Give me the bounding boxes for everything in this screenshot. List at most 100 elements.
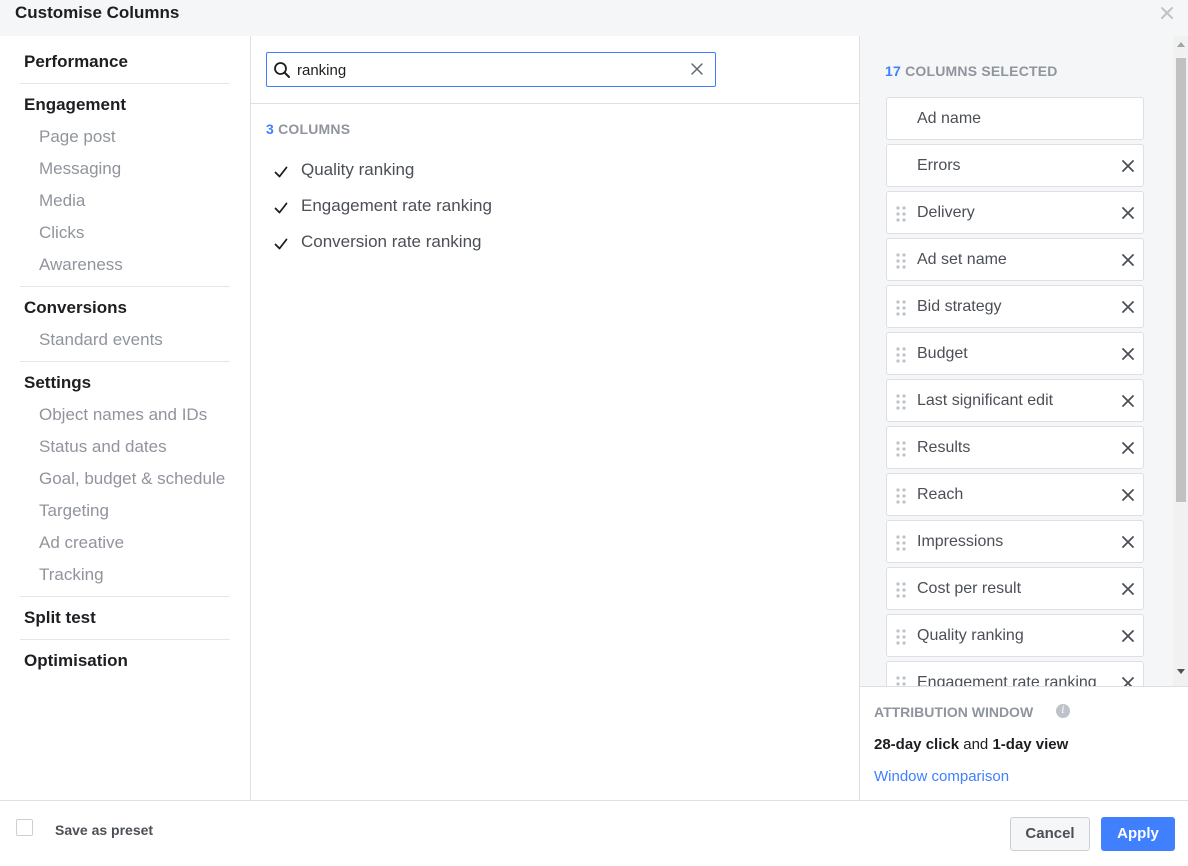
- apply-button[interactable]: Apply: [1101, 817, 1175, 851]
- dialog-title: Customise Columns: [15, 3, 180, 22]
- category-engagement[interactable]: Engagement: [24, 95, 126, 115]
- selected-column-chip[interactable]: Last significant edit: [886, 379, 1144, 422]
- category-divider: [20, 83, 230, 84]
- selected-column-chip[interactable]: Bid strategy: [886, 285, 1144, 328]
- category-split-test[interactable]: Split test: [24, 608, 96, 628]
- scroll-down-arrow[interactable]: [1177, 669, 1185, 674]
- subcategory-item[interactable]: Targeting: [39, 501, 109, 521]
- column-name: Ad set name: [917, 251, 1007, 268]
- category-sidebar: Performance Engagement Page post Messaging M…: [0, 36, 251, 800]
- category-conversions[interactable]: Conversions: [24, 298, 127, 318]
- result-label: Engagement rate ranking: [301, 196, 492, 215]
- save-preset-label[interactable]: Save as preset: [55, 822, 153, 838]
- selected-column-chip[interactable]: Reach: [886, 473, 1144, 516]
- dialog-footer: Save as preset Cancel Apply: [0, 800, 1188, 866]
- remove-column-icon[interactable]: [1120, 299, 1136, 315]
- selected-column-chip[interactable]: Ad set name: [886, 238, 1144, 281]
- subcategory-item[interactable]: Page post: [39, 127, 116, 147]
- drag-handle-icon[interactable]: [895, 205, 907, 223]
- remove-column-icon[interactable]: [1120, 581, 1136, 597]
- subcategory-item[interactable]: Object names and IDs: [39, 405, 207, 425]
- drag-handle-icon[interactable]: [895, 628, 907, 646]
- selected-column-chip[interactable]: Impressions: [886, 520, 1144, 563]
- category-divider: [20, 286, 230, 287]
- remove-column-icon[interactable]: [1120, 252, 1136, 268]
- column-name: Delivery: [917, 204, 975, 221]
- subcategory-item[interactable]: Status and dates: [39, 437, 167, 457]
- search-panel: 3 COLUMNS Quality ranking Engagement rate…: [251, 36, 859, 800]
- column-name: Engagement rate ranking: [917, 674, 1097, 686]
- checkbox-checked-icon[interactable]: [273, 164, 289, 180]
- remove-column-icon[interactable]: [1120, 205, 1136, 221]
- column-name: Errors: [917, 157, 961, 174]
- drag-handle-icon[interactable]: [895, 346, 907, 364]
- category-performance[interactable]: Performance: [24, 52, 128, 72]
- column-name: Bid strategy: [917, 298, 1002, 315]
- drag-handle-icon[interactable]: [895, 581, 907, 599]
- subcategory-item[interactable]: Standard events: [39, 330, 163, 350]
- subcategory-item[interactable]: Tracking: [39, 565, 104, 585]
- save-preset-checkbox[interactable]: [16, 819, 33, 836]
- result-label: Quality ranking: [301, 160, 415, 179]
- subcategory-item[interactable]: Messaging: [39, 159, 121, 179]
- category-divider: [20, 596, 230, 597]
- remove-column-icon[interactable]: [1120, 534, 1136, 550]
- selected-column-chip[interactable]: Budget: [886, 332, 1144, 375]
- clear-search-icon[interactable]: [689, 61, 705, 77]
- drag-handle-icon[interactable]: [895, 299, 907, 317]
- selected-column-chip[interactable]: Cost per result: [886, 567, 1144, 610]
- column-name: Budget: [917, 345, 968, 362]
- divider: [251, 103, 859, 104]
- remove-column-icon[interactable]: [1120, 346, 1136, 362]
- drag-handle-icon[interactable]: [895, 675, 907, 686]
- result-label: Conversion rate ranking: [301, 232, 482, 251]
- remove-column-icon[interactable]: [1120, 158, 1136, 174]
- selected-column-chip[interactable]: Results: [886, 426, 1144, 469]
- category-divider: [20, 639, 230, 640]
- subcategory-item[interactable]: Awareness: [39, 255, 123, 275]
- selected-scrollbar[interactable]: [1173, 36, 1188, 686]
- window-comparison-link[interactable]: Window comparison: [874, 768, 1009, 785]
- column-name: Cost per result: [917, 580, 1022, 597]
- checkbox-checked-icon[interactable]: [273, 236, 289, 252]
- category-divider: [20, 361, 230, 362]
- remove-column-icon[interactable]: [1120, 487, 1136, 503]
- selected-columns-area[interactable]: 17 COLUMNS SELECTED Ad name Errors Deliver…: [860, 36, 1188, 686]
- scroll-thumb[interactable]: [1176, 58, 1186, 502]
- column-name: Results: [917, 439, 971, 456]
- subcategory-item[interactable]: Clicks: [39, 223, 84, 243]
- remove-column-icon[interactable]: [1120, 628, 1136, 644]
- cancel-button[interactable]: Cancel: [1010, 817, 1090, 851]
- remove-column-icon[interactable]: [1120, 675, 1136, 686]
- drag-handle-icon[interactable]: [895, 534, 907, 552]
- attribution-window: ATTRIBUTION WINDOW i 28-day click and 1-…: [860, 686, 1188, 800]
- subcategory-item[interactable]: Ad creative: [39, 533, 124, 553]
- close-icon[interactable]: [1158, 3, 1176, 23]
- subcategory-item[interactable]: Media: [39, 191, 85, 211]
- selected-column-chip[interactable]: Delivery: [886, 191, 1144, 234]
- search-box[interactable]: [266, 52, 716, 87]
- selected-column-chip[interactable]: Errors: [886, 144, 1144, 187]
- selected-column-chip[interactable]: Quality ranking: [886, 614, 1144, 657]
- column-name: Quality ranking: [917, 627, 1024, 644]
- checkbox-checked-icon[interactable]: [273, 200, 289, 216]
- selected-panel: 17 COLUMNS SELECTED Ad name Errors Deliver…: [859, 36, 1188, 800]
- drag-handle-icon[interactable]: [895, 252, 907, 270]
- selected-column-chip[interactable]: Engagement rate ranking: [886, 661, 1144, 686]
- search-input[interactable]: [297, 59, 677, 81]
- dialog-header: Customise Columns: [0, 0, 1188, 36]
- info-icon[interactable]: i: [1056, 704, 1070, 718]
- category-optimisation[interactable]: Optimisation: [24, 651, 128, 671]
- remove-column-icon[interactable]: [1120, 393, 1136, 409]
- subcategory-item[interactable]: Goal, budget & schedule: [39, 469, 225, 489]
- remove-column-icon[interactable]: [1120, 440, 1136, 456]
- selected-count: 17 COLUMNS SELECTED: [885, 63, 1058, 79]
- drag-handle-icon[interactable]: [895, 440, 907, 458]
- scroll-up-arrow[interactable]: [1177, 42, 1185, 47]
- drag-handle-icon[interactable]: [895, 487, 907, 505]
- column-name: Impressions: [917, 533, 1004, 550]
- drag-handle-icon[interactable]: [895, 393, 907, 411]
- attribution-value: 28-day click and 1-day view: [874, 736, 1069, 753]
- selected-column-chip[interactable]: Ad name: [886, 97, 1144, 140]
- category-settings[interactable]: Settings: [24, 373, 91, 393]
